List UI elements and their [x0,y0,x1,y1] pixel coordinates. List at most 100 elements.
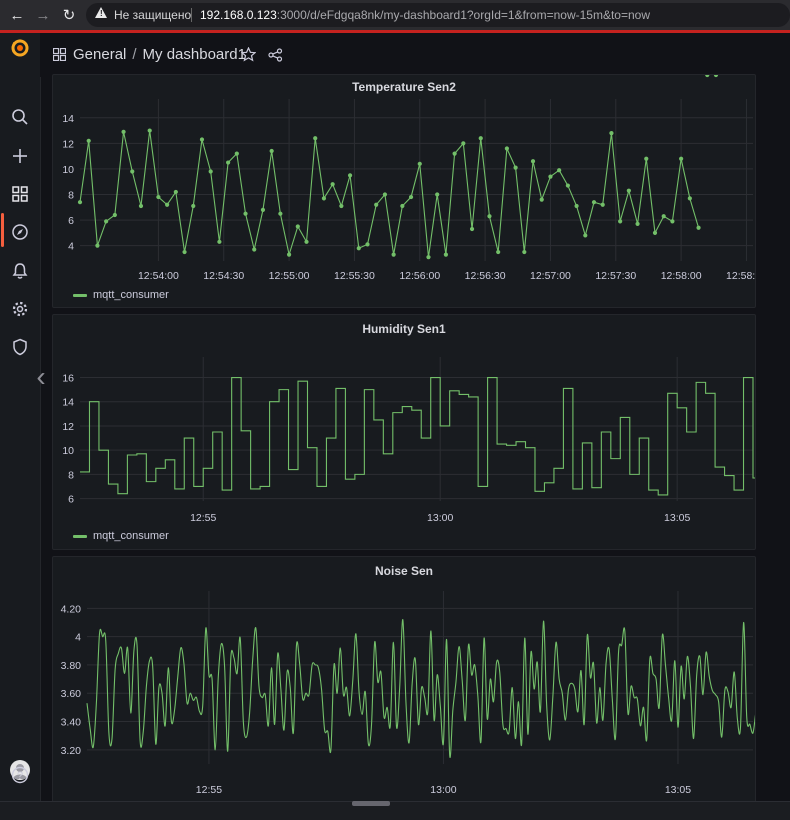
data-point [252,247,257,252]
search-icon[interactable] [10,107,30,127]
data-point [513,165,518,170]
y-tick-label: 3.60 [61,688,82,700]
data-point [260,207,266,212]
data-point [121,129,126,134]
data-point [382,192,388,197]
y-tick-label: 10 [62,445,74,457]
data-point [234,151,239,156]
shield-icon[interactable] [10,337,30,357]
data-point [644,156,649,161]
plus-icon[interactable] [10,146,30,166]
data-point [609,131,614,136]
url-path: :3000/d/eFdgqa8nk/my-dashboard1?orgId=1&… [276,8,650,22]
y-tick-label: 16 [62,373,74,385]
data-point [687,196,692,201]
scrollbar-thumb[interactable] [352,801,390,806]
data-point [443,252,449,257]
y-tick-label: 14 [62,113,74,125]
data-point [408,194,414,200]
y-tick-label: 8 [68,469,74,481]
data-point [165,202,170,207]
y-tick-label: 4 [68,241,74,253]
data-point [435,192,440,197]
data-point [339,203,344,209]
x-tick-label: 12:56:00 [399,270,440,282]
legend-label: mqtt_consumer [93,289,169,301]
data-point [539,197,544,202]
data-point [86,138,91,143]
data-point [557,168,562,173]
help-icon[interactable]: ? [10,765,30,785]
configuration-gear-icon[interactable] [10,299,30,319]
y-tick-label: 12 [62,421,74,433]
data-point [548,174,553,179]
grafana-logo-icon[interactable] [10,38,30,58]
back-arrow-icon[interactable]: ← [8,6,26,24]
forward-arrow-icon[interactable]: → [34,6,52,24]
y-tick-label: 6 [68,215,74,227]
grid [80,99,753,261]
legend-label: mqtt_consumer [93,530,169,542]
x-tick-label: 12:54:00 [138,270,179,282]
legend-swatch [73,534,87,538]
legend-swatch [73,293,87,297]
warning-icon[interactable]: ! [95,7,107,18]
x-tick-label: 12:55:00 [269,270,310,282]
share-icon[interactable] [268,48,283,67]
data-point [626,188,631,193]
alerting-bell-icon[interactable] [10,261,30,281]
series-line [80,376,755,496]
data-point [156,194,161,200]
legend-item[interactable]: mqtt_consumer [73,530,169,542]
data-point [295,224,300,229]
data-point [112,212,117,218]
panel-humidity[interactable]: Humidity Sen1 6 8 10 12 14 16 12:55 13:00 13:05 … [52,314,756,550]
dashboards-icon[interactable] [10,184,30,204]
y-tick-label: 3.80 [61,660,82,672]
active-indicator [1,213,4,247]
svg-text:?: ? [17,770,23,782]
dashboard-title[interactable]: My dashboard1 [143,46,246,63]
breadcrumb-folder[interactable]: General [73,46,126,63]
data-point [286,252,292,257]
bottom-scrollbar[interactable] [0,801,790,820]
explore-compass-icon[interactable] [10,222,30,242]
data-point [243,211,248,216]
data-point [705,75,710,78]
data-point [591,200,597,205]
url-text[interactable]: 192.168.0.123:3000/d/eFdgqa8nk/my-dashbo… [200,8,650,22]
panel-noise[interactable]: Noise Sen 3.20 3.40 3.60 3.80 4 4.20 12:55 13:0… [52,556,756,808]
data-point [679,156,684,161]
reload-icon[interactable]: ↻ [60,6,78,24]
x-tick-label: 13:00 [427,512,453,524]
insecure-label[interactable]: Не защищено [114,8,191,22]
x-tick-label: 12:56:30 [465,270,506,282]
x-tick-label: 13:05 [665,784,691,796]
humidity-chart[interactable]: 6 8 10 12 14 16 12:55 13:00 13:05 [53,315,755,549]
y-tick-label: 14 [62,397,74,409]
temperature-chart[interactable]: 4 6 8 10 12 14 12:54:00 12:54:30 12:55:00 12:55:3… [53,75,755,307]
noise-chart[interactable]: 3.20 3.40 3.60 3.80 4 4.20 12:55 13:00 13:05 [53,557,755,807]
y-tick-label: 3.40 [61,717,82,729]
url-host: 192.168.0.123 [200,8,277,22]
data-point [147,128,152,133]
x-tick-label: 12:57:30 [595,270,636,282]
data-point [208,169,213,174]
data-point [530,159,536,164]
data-point [496,249,501,255]
y-tick-label: 4 [75,632,81,644]
grid [87,591,753,764]
data-point [635,221,640,227]
x-tick-label: 12:58:00 [661,270,702,282]
star-icon[interactable] [240,46,257,67]
data-point [330,182,335,187]
data-point [574,203,579,209]
y-tick-label: 6 [68,494,74,506]
legend-item[interactable]: mqtt_consumer [73,289,169,301]
data-point [426,255,431,260]
collapse-chevron-icon[interactable]: ‹ [30,361,52,392]
panel-temperature[interactable]: Temperature Sen2 4 6 8 10 12 14 12:54:00 12:54:… [52,74,756,308]
data-point [95,243,100,248]
data-point [365,242,370,247]
x-tick-label: 12:55 [196,784,222,796]
